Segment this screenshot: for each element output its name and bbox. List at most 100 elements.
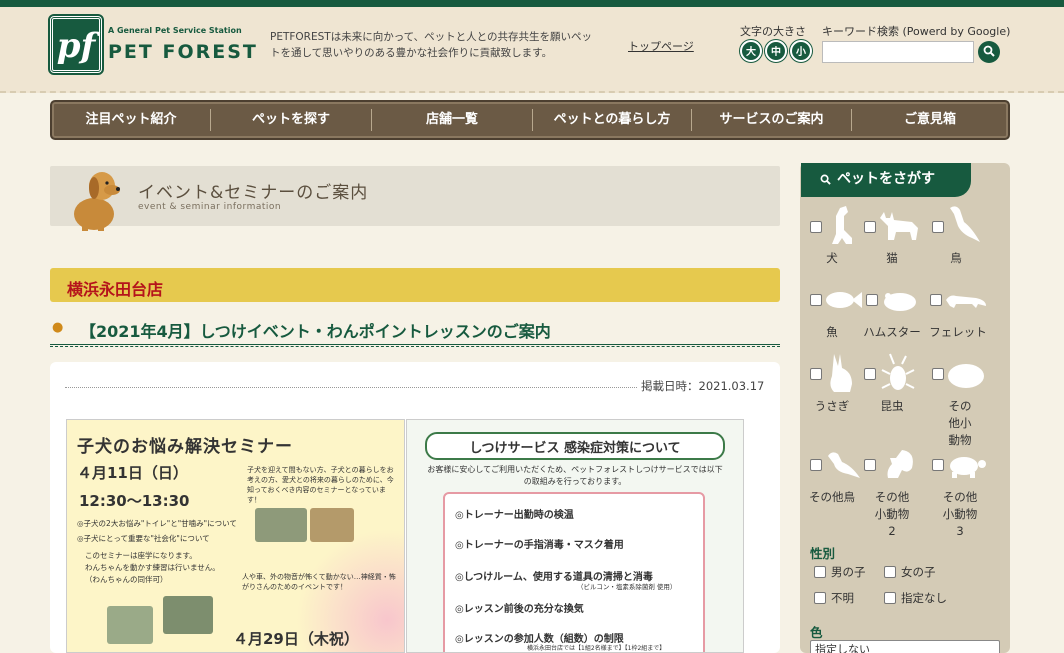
gender-unknown-label: 不明 xyxy=(831,591,854,605)
pet-ferret-checkbox[interactable] xyxy=(930,294,942,306)
puppy-seminar-flyer[interactable]: 子犬のお悩み解決セミナー ４月11日（日） 12:30〜13:30 子犬を迎えて… xyxy=(66,419,405,653)
measure-item-note: 横浜永田台店では【1組2名様まで】【1枠2組まで】 xyxy=(527,645,666,652)
article-title: 【2021年4月】しつけイベント・わんポイントレッスンのご案内 xyxy=(80,322,551,341)
gender-male-label: 男の子 xyxy=(831,565,866,579)
pet-hamster-checkbox[interactable] xyxy=(866,294,878,306)
small-animal-icon xyxy=(948,364,984,388)
other-bird-icon xyxy=(828,452,860,478)
gender-any-label: 指定なし xyxy=(901,591,947,605)
gender-label: 性別 xyxy=(810,546,836,561)
keyword-search-input[interactable] xyxy=(822,41,974,63)
pet-small-animal3-text: その他小動物3 xyxy=(942,490,978,538)
beetle-icon xyxy=(881,353,915,390)
top-accent-bar xyxy=(0,0,1064,7)
flyer-walk-text: 人や車、外の物音が怖くて動かない…神経質・怖がりさんのためのイベントです！ xyxy=(242,573,396,591)
nav-living-with-pets[interactable]: ペットとの暮らし方 xyxy=(533,102,691,138)
flyer-right-intro: お客様に安心してご利用いただくため、ペットフォレストしつけサービスでは以下の取組… xyxy=(427,465,723,486)
site-tagline: PETFORESTは未来に向かって、ペットと人との共存共生を願いペットを通して思… xyxy=(270,31,593,59)
font-size-medium-button[interactable]: 中 xyxy=(765,40,787,62)
measure-item: ◎トレーナー出勤時の検温 xyxy=(455,510,574,521)
color-select[interactable]: 指定しない xyxy=(810,640,1000,653)
pet-dog-checkbox[interactable] xyxy=(810,221,822,233)
search-button[interactable] xyxy=(978,41,1000,63)
gender-male-checkbox[interactable] xyxy=(814,566,826,578)
nav-find-pets[interactable]: ペットを探す xyxy=(211,102,371,138)
measure-item-note: （ビルコン・塩素系除菌剤 使用） xyxy=(577,583,677,591)
top-page-link[interactable]: トップページ xyxy=(628,38,694,54)
turtle-icon xyxy=(950,457,986,478)
measure-item: ◎レッスン前後の充分な換気 xyxy=(455,604,584,615)
logo-subtitle: A General Pet Service Station xyxy=(108,26,242,35)
post-date: 掲載日時：2021.03.17 xyxy=(641,379,765,393)
hamster-icon xyxy=(884,293,916,311)
search-icon xyxy=(820,174,831,185)
nav-store-list[interactable]: 店舗一覧 xyxy=(372,102,532,138)
pet-rabbit-label: うさぎ xyxy=(814,399,850,413)
search-icon xyxy=(983,45,995,57)
global-nav: 注目ペット紹介 ペットを探す 店舗一覧 ペットとの暮らし方 サービスのご案内 ご… xyxy=(50,100,1010,140)
pet-small-animal2-label: その他小動物2 xyxy=(860,489,924,540)
pet-cat-checkbox[interactable] xyxy=(864,221,876,233)
flyer-date1: ４月11日（日） xyxy=(77,464,188,482)
walk-photo xyxy=(163,596,213,634)
fish-icon xyxy=(826,292,862,308)
infection-control-flyer[interactable]: しつけサービス 感染症対策について お客様に安心してご利用いただくため、ペットフ… xyxy=(406,419,744,653)
nav-featured-pets[interactable]: 注目ペット紹介 xyxy=(52,102,210,138)
font-size-small-button[interactable]: 小 xyxy=(790,40,812,62)
pet-ferret-label: フェレット xyxy=(929,325,987,339)
store-name: 横浜永田台店 xyxy=(67,280,164,299)
banner-title: イベント&セミナーのご案内 xyxy=(138,183,369,203)
dog-photo xyxy=(74,172,120,231)
puppy-photo xyxy=(310,508,354,542)
flyer-heading: 子犬のお悩み解決セミナー xyxy=(77,437,293,457)
pet-fish-label: 魚 xyxy=(826,325,838,339)
paw-icon: ● xyxy=(52,320,64,335)
walk-photo xyxy=(107,606,153,644)
dog-icon xyxy=(832,206,852,244)
flyer-time1: 12:30〜13:30 xyxy=(79,492,190,510)
logo-mark: pf xyxy=(48,14,104,75)
date-divider xyxy=(65,387,637,388)
gender-any-checkbox[interactable] xyxy=(884,592,896,604)
squirrel-icon xyxy=(887,450,913,478)
font-size-large-button[interactable]: 大 xyxy=(740,40,762,62)
pet-bird-label: 鳥 xyxy=(950,251,962,265)
pet-search-heading: ペットをさがす xyxy=(801,163,971,197)
pet-other-bird-label: その他鳥 xyxy=(809,490,855,504)
color-label: 色 xyxy=(810,625,823,640)
flyer-bullet2: ◎子犬にとって重要な"社会化"について xyxy=(77,534,210,543)
keyword-search-label: キーワード検索 (Powerd by Google) xyxy=(822,25,1011,38)
pet-dog-label: 犬 xyxy=(826,251,838,265)
gender-female-label: 女の子 xyxy=(901,565,936,579)
cat-icon xyxy=(880,212,918,240)
nav-feedback[interactable]: ご意見箱 xyxy=(852,102,1008,138)
pet-cat-label: 猫 xyxy=(886,251,898,265)
flyer-note2: わんちゃんを動かす練習は行いません。 xyxy=(85,563,220,572)
flyer-note1: このセミナーは座学になります。 xyxy=(85,551,197,560)
logo-name: PET FOREST xyxy=(108,41,258,63)
title-underline xyxy=(50,344,780,347)
flyer-note3: （わんちゃんの同伴可） xyxy=(85,575,168,584)
pet-small-animal-text: その他小動物 xyxy=(948,399,972,447)
pet-search-heading-text: ペットをさがす xyxy=(837,171,935,187)
pet-insect-label: 昆虫 xyxy=(880,399,904,413)
measure-item: ◎トレーナーの手指消毒・マスク着用 xyxy=(455,540,624,551)
rabbit-icon xyxy=(830,354,852,392)
flyer-right-heading: しつけサービス 感染症対策について xyxy=(469,441,681,456)
pet-small-animal3-label: その他小動物3 xyxy=(928,489,992,540)
pet-insect-checkbox[interactable] xyxy=(864,368,876,380)
nav-services[interactable]: サービスのご案内 xyxy=(692,102,851,138)
bird-icon xyxy=(950,206,980,242)
pet-small-animal2-checkbox[interactable] xyxy=(864,459,876,471)
flyer-date2: ４月29日（木祝） xyxy=(233,630,359,648)
site-header: pf A General Pet Service Station PET FOR… xyxy=(0,7,1064,93)
flyer-intro: 子犬を迎えて間もない方、子犬との暮らしをお考えの方、愛犬との将来の暮らしのために… xyxy=(247,466,394,504)
site-logo[interactable]: pf A General Pet Service Station PET FOR… xyxy=(48,14,256,78)
pet-hamster-label: ハムスター xyxy=(863,325,921,339)
pet-small-animal-label: その他小動物 xyxy=(928,398,992,449)
banner-subtitle: event & seminar information xyxy=(138,202,282,212)
gender-unknown-checkbox[interactable] xyxy=(814,592,826,604)
puppy-photo xyxy=(255,508,307,542)
font-size-label: 文字の大きさ xyxy=(740,25,806,38)
gender-female-checkbox[interactable] xyxy=(884,566,896,578)
